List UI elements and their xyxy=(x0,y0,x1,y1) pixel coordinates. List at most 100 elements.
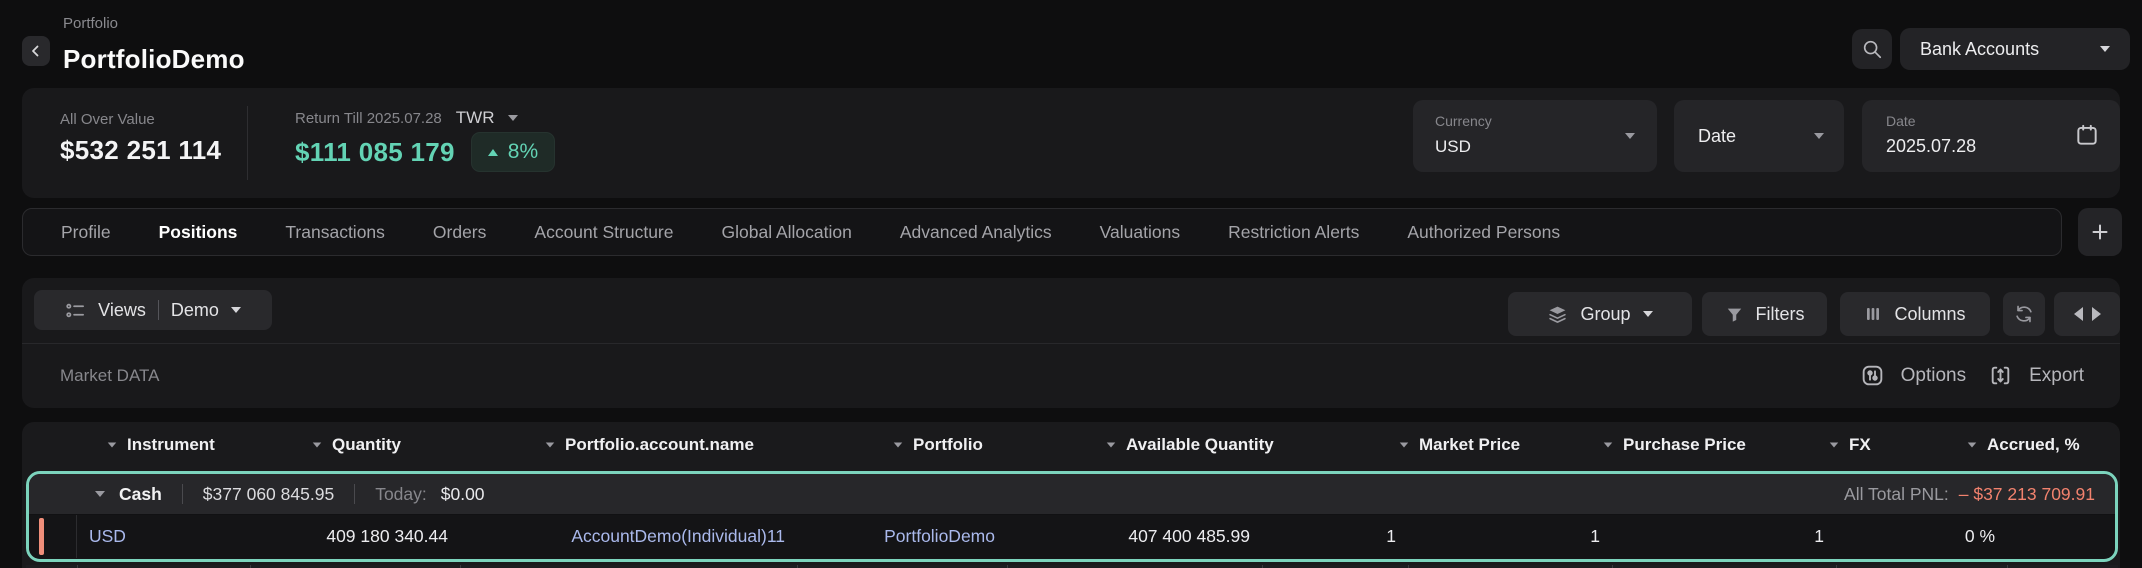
tab-orders[interactable]: Orders xyxy=(433,222,486,243)
views-selector[interactable]: Views Demo xyxy=(34,290,272,330)
sort-caret-icon[interactable] xyxy=(894,442,903,447)
sort-caret-icon[interactable] xyxy=(108,442,117,447)
group-name: Cash xyxy=(119,484,162,505)
cell-quantity: 409 180 340.44 xyxy=(250,526,460,547)
date-mode-label: Date xyxy=(1698,126,1736,147)
all-over-value-label: All Over Value xyxy=(60,111,155,128)
tab-advanced-analytics[interactable]: Advanced Analytics xyxy=(900,222,1052,243)
options-button[interactable]: Options xyxy=(1860,363,1966,388)
sort-caret-icon[interactable] xyxy=(313,442,322,447)
column-label: Available Quantity xyxy=(1126,435,1274,455)
sort-caret-icon[interactable] xyxy=(1830,442,1839,447)
search-button[interactable] xyxy=(1852,29,1892,69)
tab-valuations[interactable]: Valuations xyxy=(1100,222,1180,243)
arrow-right-icon[interactable] xyxy=(2092,307,2101,321)
date-value: 2025.07.28 xyxy=(1886,136,1976,157)
currency-label: Currency xyxy=(1435,113,1492,129)
divider xyxy=(182,484,183,504)
sort-caret-icon[interactable] xyxy=(1107,442,1116,447)
date-mode-select[interactable]: Date xyxy=(1674,100,1844,172)
currency-value: USD xyxy=(1435,137,1471,157)
views-label: Views xyxy=(98,300,146,321)
tab-bar: Profile Positions Transactions Orders Ac… xyxy=(22,208,2062,256)
chevron-down-icon xyxy=(1643,311,1653,317)
chevron-down-icon xyxy=(1814,133,1824,139)
column-header-fx[interactable]: FX xyxy=(1817,435,1955,455)
group-label: Group xyxy=(1580,304,1630,325)
group-total: $377 060 845.95 xyxy=(203,484,334,505)
refresh-icon xyxy=(2013,303,2035,325)
column-label: Portfolio.account.name xyxy=(565,435,754,455)
chevron-down-icon xyxy=(2100,46,2110,52)
export-button[interactable]: Export xyxy=(1988,363,2084,388)
date-label: Date xyxy=(1886,113,1916,129)
tab-positions[interactable]: Positions xyxy=(159,222,238,243)
market-data-title: Market DATA xyxy=(60,343,160,408)
layers-icon xyxy=(1547,304,1568,325)
sort-caret-icon[interactable] xyxy=(1604,442,1613,447)
sort-caret-icon[interactable] xyxy=(546,442,555,447)
arrow-up-icon xyxy=(488,149,498,156)
cell-account-name[interactable]: AccountDemo(Individual)11 xyxy=(460,526,797,547)
negative-pnl-accent-bar xyxy=(39,518,44,555)
date-picker[interactable]: Date 2025.07.28 xyxy=(1862,100,2120,172)
currency-select[interactable]: Currency USD xyxy=(1413,100,1657,172)
add-tab-button[interactable] xyxy=(2078,208,2122,256)
tab-account-structure[interactable]: Account Structure xyxy=(534,222,673,243)
filters-button[interactable]: Filters xyxy=(1702,292,1827,336)
column-label: Market Price xyxy=(1419,435,1520,455)
tab-global-allocation[interactable]: Global Allocation xyxy=(722,222,852,243)
positions-table: Instrument Quantity Portfolio.account.na… xyxy=(22,422,2120,568)
cell-accrued: 0 % xyxy=(1836,526,2007,547)
pager-buttons[interactable] xyxy=(2054,292,2120,336)
back-button[interactable] xyxy=(22,36,50,66)
column-header-market-price[interactable]: Market Price xyxy=(1387,435,1591,455)
return-change-badge: 8% xyxy=(471,132,555,172)
table-row[interactable]: USD 409 180 340.44 AccountDemo(Individua… xyxy=(29,515,2115,558)
views-list-icon xyxy=(65,300,86,321)
tab-restriction-alerts[interactable]: Restriction Alerts xyxy=(1228,222,1359,243)
group-button[interactable]: Group xyxy=(1508,292,1692,336)
group-today-value: $0.00 xyxy=(441,484,485,505)
sort-caret-icon[interactable] xyxy=(1968,442,1977,447)
tab-transactions[interactable]: Transactions xyxy=(285,222,385,243)
grid-toolbar-panel: Views Demo Group Filters Columns xyxy=(22,278,2120,408)
cell-instrument[interactable]: USD xyxy=(77,526,250,547)
column-header-account-name[interactable]: Portfolio.account.name xyxy=(533,435,881,455)
divider xyxy=(354,484,355,504)
column-header-accrued[interactable]: Accrued, % xyxy=(1955,435,2120,455)
plus-icon xyxy=(2090,222,2110,242)
return-mode[interactable]: TWR xyxy=(456,108,495,128)
column-label: Accrued, % xyxy=(1987,435,2080,455)
sort-caret-icon[interactable] xyxy=(1400,442,1409,447)
return-label: Return Till 2025.07.28 xyxy=(295,110,442,127)
chevron-down-icon[interactable] xyxy=(508,115,518,121)
stats-panel: All Over Value $532 251 114 Return Till … xyxy=(22,88,2120,198)
tab-profile[interactable]: Profile xyxy=(61,222,111,243)
collapse-caret-icon[interactable] xyxy=(95,491,105,497)
column-header-purchase-price[interactable]: Purchase Price xyxy=(1591,435,1817,455)
column-header-instrument[interactable]: Instrument xyxy=(95,435,300,455)
column-header-quantity[interactable]: Quantity xyxy=(300,435,533,455)
arrow-left-icon[interactable] xyxy=(2074,307,2083,321)
cell-available-quantity: 407 400 485.99 xyxy=(1007,526,1262,547)
column-header-portfolio[interactable]: Portfolio xyxy=(881,435,1094,455)
column-label: Purchase Price xyxy=(1623,435,1746,455)
portfolio-app: Portfolio PortfolioDemo Bank Accounts Al… xyxy=(0,0,2142,568)
tab-authorized-persons[interactable]: Authorized Persons xyxy=(1407,222,1560,243)
column-header-available-quantity[interactable]: Available Quantity xyxy=(1094,435,1387,455)
account-scope-selector[interactable]: Bank Accounts xyxy=(1900,28,2130,70)
page-title: PortfolioDemo xyxy=(63,44,245,75)
divider xyxy=(247,106,248,180)
group-summary-row[interactable]: Cash $377 060 845.95 Today: $0.00 All To… xyxy=(29,474,2115,515)
refresh-button[interactable] xyxy=(2003,292,2045,336)
chevron-down-icon xyxy=(231,307,241,313)
table-header-row: Instrument Quantity Portfolio.account.na… xyxy=(22,422,2120,468)
breadcrumb: Portfolio xyxy=(63,15,118,32)
cell-portfolio[interactable]: PortfolioDemo xyxy=(797,526,1007,547)
chevron-left-icon xyxy=(28,43,44,59)
columns-button[interactable]: Columns xyxy=(1840,292,1990,336)
return-change: 8% xyxy=(508,140,538,164)
divider xyxy=(22,343,2120,344)
column-label: FX xyxy=(1849,435,1871,455)
